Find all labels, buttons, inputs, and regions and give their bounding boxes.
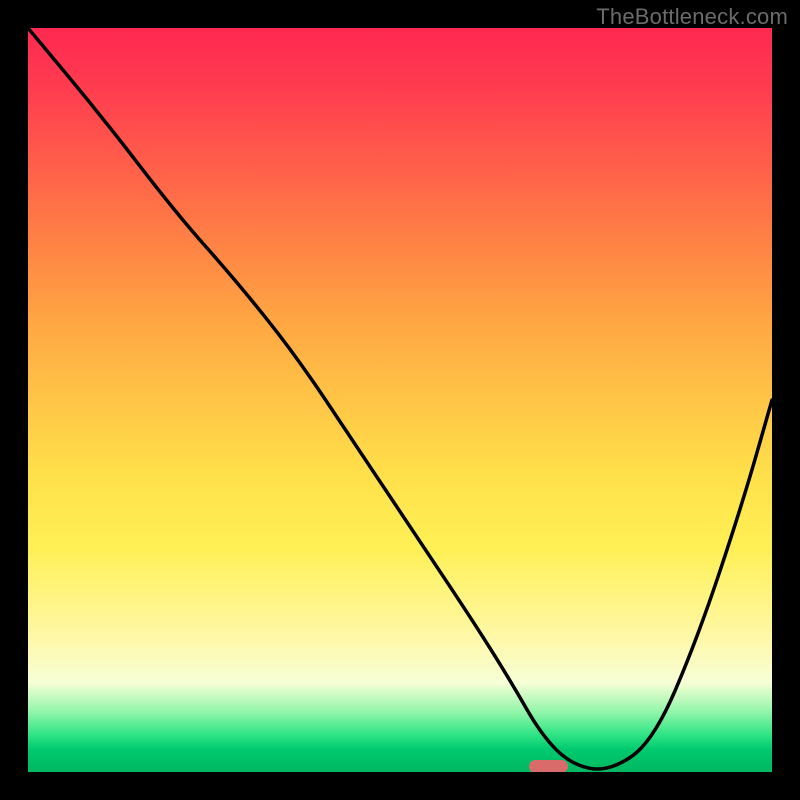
curve-svg [28, 28, 772, 772]
watermark-text: TheBottleneck.com [596, 4, 788, 30]
chart-frame: TheBottleneck.com [0, 0, 800, 800]
optimal-marker [529, 760, 568, 772]
plot-area [28, 28, 772, 772]
bottleneck-curve [28, 28, 772, 769]
